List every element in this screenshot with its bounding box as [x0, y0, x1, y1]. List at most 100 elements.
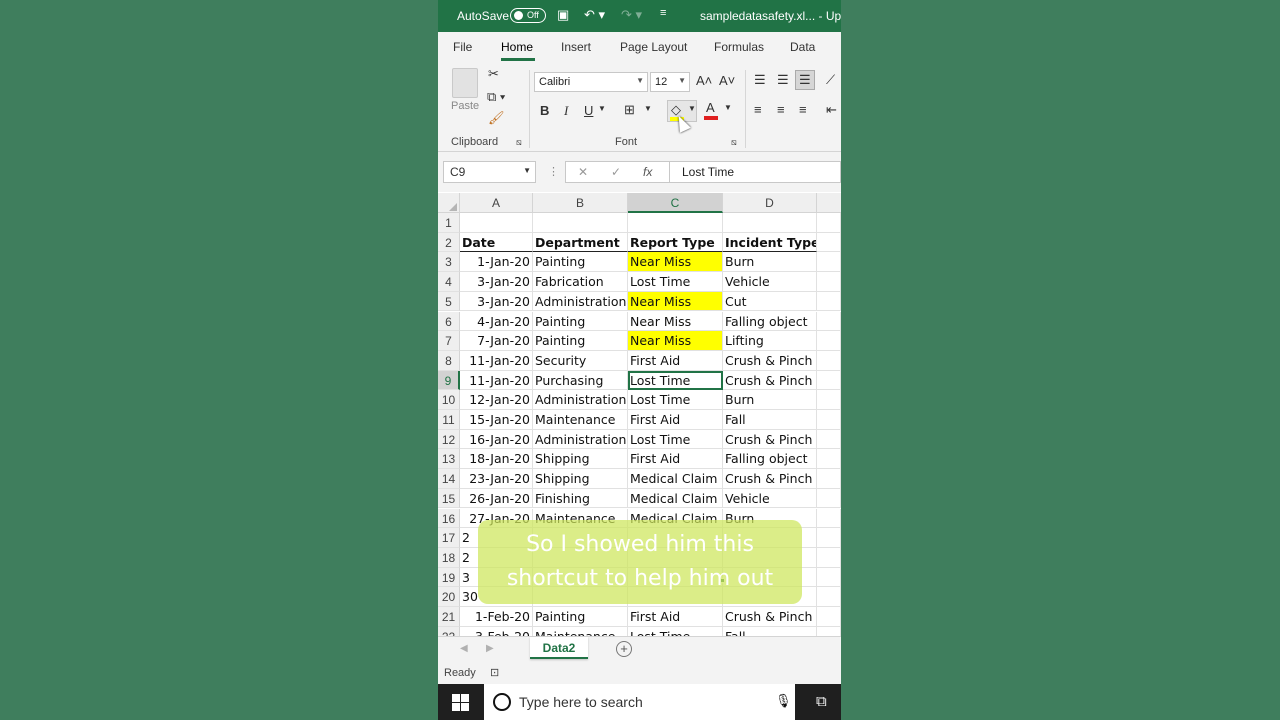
cell-b[interactable]: Shipping — [533, 449, 628, 470]
row-header[interactable]: 8 — [438, 350, 460, 371]
cell-c[interactable]: Lost Time — [628, 626, 723, 636]
cell-d[interactable]: Burn — [723, 252, 817, 273]
cell-e[interactable] — [817, 232, 841, 253]
cell-e[interactable] — [817, 488, 841, 509]
macro-record-icon[interactable]: ⊡ — [490, 666, 499, 679]
cell-c[interactable]: Lost Time — [628, 390, 723, 410]
cell-e[interactable] — [817, 508, 841, 529]
cell-b[interactable]: Painting — [533, 252, 628, 273]
insert-function-icon[interactable]: fx — [643, 165, 652, 179]
cell-c[interactable]: Report Type — [628, 232, 723, 253]
font-launcher-icon[interactable]: ⧅ — [731, 137, 737, 148]
cell-e[interactable] — [817, 429, 841, 450]
cell-b[interactable]: Administration — [533, 390, 628, 410]
column-header-d[interactable]: D — [723, 193, 817, 213]
cell-b[interactable]: Maintenance — [533, 410, 628, 430]
column-header-c[interactable]: C — [628, 193, 723, 213]
row-header[interactable]: 22 — [438, 626, 460, 636]
row-header[interactable]: 2 — [438, 232, 460, 253]
cell-c[interactable]: First Aid — [628, 350, 723, 371]
chevron-down-icon[interactable]: ▼ — [598, 104, 606, 113]
cell-d[interactable]: Crush & Pinch — [723, 429, 817, 450]
cell-b[interactable]: Finishing — [533, 488, 628, 509]
cell-c[interactable]: Medical Claim — [628, 469, 723, 489]
bold-button[interactable]: B — [540, 103, 549, 118]
cell-e[interactable] — [817, 547, 841, 568]
row-header[interactable]: 11 — [438, 410, 460, 430]
cell-d[interactable]: Fall — [723, 626, 817, 636]
cell-a[interactable]: 11-Jan-20 — [460, 370, 533, 391]
cell-b[interactable]: Painting — [533, 331, 628, 351]
cell-d[interactable]: Vehicle — [723, 488, 817, 509]
cell-e[interactable] — [817, 370, 841, 391]
cell-c[interactable]: First Aid — [628, 410, 723, 430]
cell-a[interactable]: 11-Jan-20 — [460, 350, 533, 371]
orientation-icon[interactable]: ⟋ — [826, 72, 835, 88]
row-header[interactable]: 15 — [438, 488, 460, 509]
cancel-icon[interactable]: ✕ — [578, 165, 588, 179]
cell-e[interactable] — [817, 291, 841, 312]
font-size-select[interactable]: 12 ▼ — [650, 72, 690, 92]
cell-c[interactable]: Lost Time — [628, 429, 723, 450]
row-header[interactable]: 17 — [438, 528, 460, 548]
cell-d[interactable] — [723, 213, 817, 233]
tab-home[interactable]: Home — [501, 40, 533, 54]
cell-e[interactable] — [817, 311, 841, 332]
cell-d[interactable]: Cut — [723, 291, 817, 312]
row-header[interactable]: 21 — [438, 607, 460, 627]
tab-file[interactable]: File — [453, 40, 472, 54]
italic-button[interactable]: I — [564, 103, 568, 119]
align-top-icon[interactable]: ☰ — [754, 72, 766, 88]
cell-c[interactable]: First Aid — [628, 449, 723, 470]
cell-b[interactable]: Administration — [533, 429, 628, 450]
cell-c[interactable]: Lost Time — [628, 370, 723, 391]
cell-e[interactable] — [817, 213, 841, 233]
chevron-down-icon[interactable]: ▼ — [644, 104, 652, 113]
cut-icon[interactable]: ✂ — [488, 66, 499, 82]
copy-icon[interactable]: ⧉ ▾ — [487, 89, 505, 105]
tab-data[interactable]: Data — [790, 40, 815, 54]
format-painter-icon[interactable]: 🖌 — [488, 110, 505, 126]
cell-d[interactable]: Falling object — [723, 311, 817, 332]
cell-c[interactable]: Medical Claim — [628, 488, 723, 509]
tab-insert[interactable]: Insert — [561, 40, 591, 54]
cell-e[interactable] — [817, 607, 841, 627]
column-header-a[interactable]: A — [460, 193, 533, 213]
cell-c[interactable]: Near Miss — [628, 331, 723, 351]
formula-input[interactable]: Lost Time — [669, 162, 841, 182]
cell-c[interactable]: First Aid — [628, 607, 723, 627]
cell-d[interactable]: Crush & Pinch — [723, 370, 817, 391]
column-header-e[interactable] — [817, 193, 841, 213]
tab-page-layout[interactable]: Page Layout — [620, 40, 687, 54]
row-header[interactable]: 13 — [438, 449, 460, 470]
cell-d[interactable]: Fall — [723, 410, 817, 430]
task-view-icon[interactable]: ⧉ — [816, 693, 827, 710]
cell-a[interactable]: 15-Jan-20 — [460, 410, 533, 430]
font-color-button[interactable]: A ▼ — [703, 100, 733, 122]
cell-b[interactable] — [533, 213, 628, 233]
row-header[interactable]: 18 — [438, 547, 460, 568]
row-header[interactable]: 5 — [438, 291, 460, 312]
row-header[interactable]: 14 — [438, 469, 460, 489]
cell-e[interactable] — [817, 469, 841, 489]
cell-e[interactable] — [817, 331, 841, 351]
cell-d[interactable]: Crush & Pinch — [723, 469, 817, 489]
align-middle-icon[interactable]: ☰ — [777, 72, 789, 88]
cell-c[interactable]: Near Miss — [628, 252, 723, 273]
cell-e[interactable] — [817, 390, 841, 410]
row-header[interactable]: 12 — [438, 429, 460, 450]
cell-b[interactable]: Painting — [533, 311, 628, 332]
taskbar-search[interactable]: Type here to search 🎙 — [484, 684, 795, 720]
row-header[interactable]: 3 — [438, 252, 460, 273]
cell-b[interactable]: Fabrication — [533, 272, 628, 292]
tab-formulas[interactable]: Formulas — [714, 40, 764, 54]
customize-toolbar-icon[interactable]: ≡ — [660, 7, 666, 19]
row-header[interactable]: 20 — [438, 587, 460, 607]
cell-e[interactable] — [817, 410, 841, 430]
cell-b[interactable]: Administration — [533, 291, 628, 312]
cell-a[interactable]: 7-Jan-20 — [460, 331, 533, 351]
cell-d[interactable]: Vehicle — [723, 272, 817, 292]
more-options-icon[interactable]: ⋮ — [548, 165, 559, 178]
cell-e[interactable] — [817, 272, 841, 292]
cell-c[interactable] — [628, 213, 723, 233]
